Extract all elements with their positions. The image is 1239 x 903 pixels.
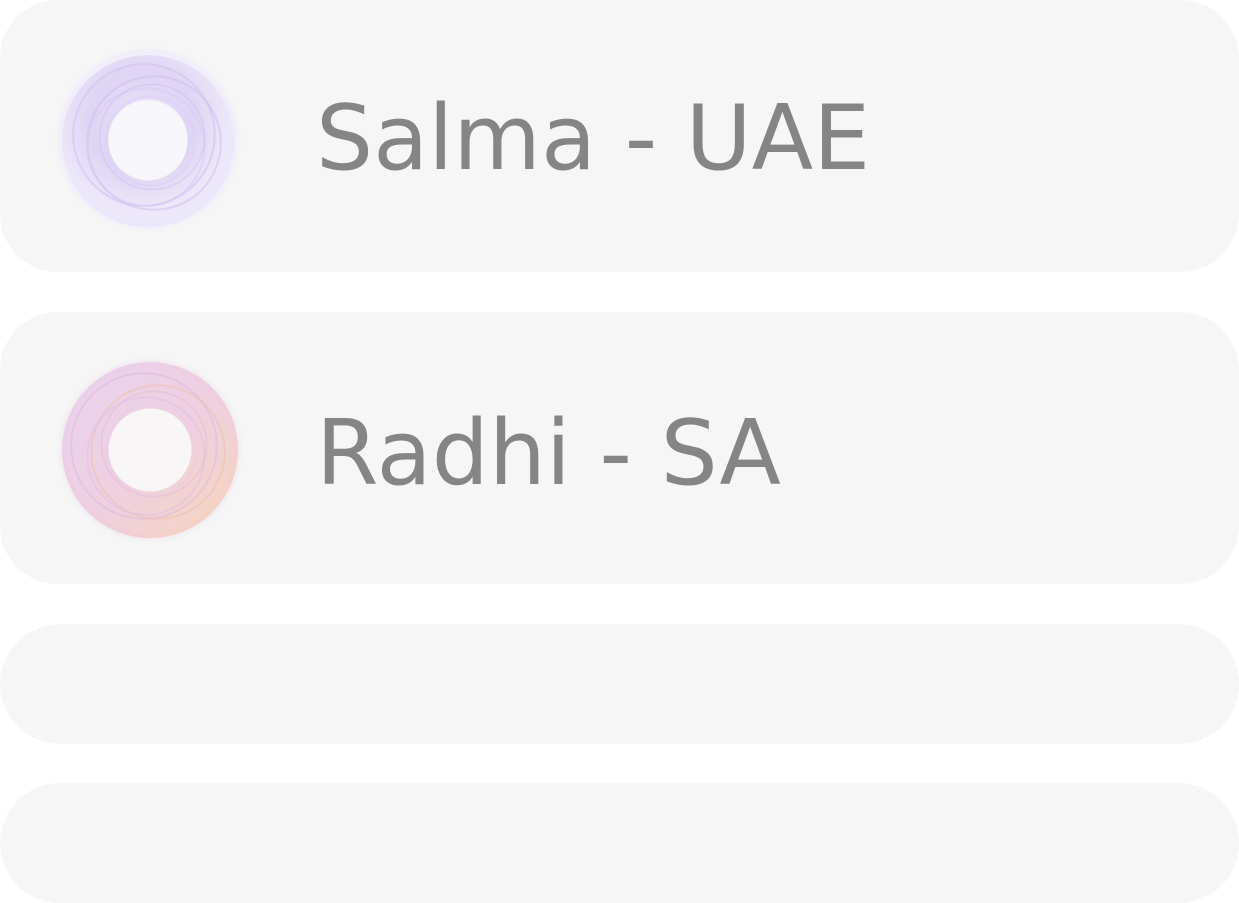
contact-card-salma[interactable]: Salma - UAE	[0, 0, 1239, 272]
avatar	[57, 355, 241, 541]
placeholder-card	[0, 783, 1239, 903]
contact-name: Salma - UAE	[316, 86, 871, 191]
gradient-ring-icon	[60, 360, 241, 541]
contact-name: Radhi - SA	[316, 401, 781, 506]
avatar	[57, 48, 239, 230]
gradient-ring-icon	[58, 49, 238, 229]
contact-card-radhi[interactable]: Radhi - SA	[0, 312, 1239, 584]
placeholder-card	[0, 624, 1239, 744]
